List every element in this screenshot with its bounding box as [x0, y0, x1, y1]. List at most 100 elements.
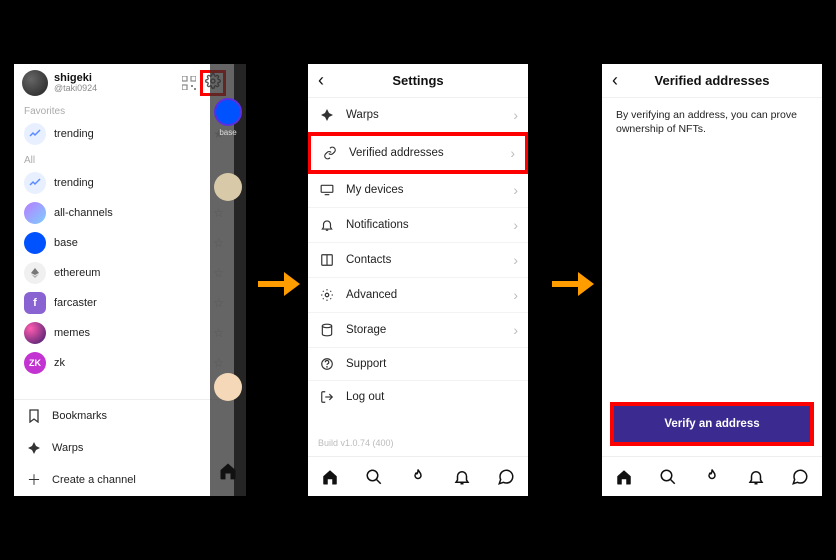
verified-description: By verifying an address, you can prove o…: [602, 98, 822, 146]
tab-flame-icon[interactable]: [703, 468, 721, 486]
sidebar-item-bookmarks[interactable]: Bookmarks: [14, 400, 234, 432]
tab-bell-icon[interactable]: [747, 468, 765, 486]
devices-icon: [318, 183, 336, 197]
user-handle: @taki0924: [54, 84, 180, 94]
section-label-all: All: [14, 149, 234, 168]
sidebar-footer: Bookmarks Warps ＋ Create a channel: [14, 399, 234, 496]
tab-bar: [602, 456, 822, 496]
bell-icon: [318, 218, 336, 232]
settings-row-label: My devices: [346, 184, 503, 196]
tab-chat-icon[interactable]: [497, 468, 515, 486]
tab-home-icon[interactable]: [321, 468, 339, 486]
warps-icon: [318, 108, 336, 122]
sidebar-item-label: Warps: [52, 442, 224, 454]
plus-icon: ＋: [24, 470, 44, 490]
story-avatar[interactable]: [214, 173, 242, 201]
sidebar-item-label: all-channels: [54, 207, 205, 219]
phone-verified-addresses-screen: ‹ Verified addresses By verifying an add…: [602, 64, 822, 496]
story-avatar[interactable]: [214, 373, 242, 401]
verified-header: ‹ Verified addresses: [602, 64, 822, 98]
feed-overlay-strip: base: [210, 64, 246, 496]
settings-row-support[interactable]: Support: [308, 348, 528, 381]
tab-bell-icon[interactable]: [453, 468, 471, 486]
tab-search-icon[interactable]: [365, 468, 383, 486]
trending-icon: [24, 123, 46, 145]
settings-row-notifications[interactable]: Notifications ›: [308, 208, 528, 243]
qr-icon[interactable]: [180, 74, 198, 92]
sidebar-item-label: Bookmarks: [52, 410, 224, 422]
phone-sidebar-screen: shigeki @taki0924 Favorites trending ★ A…: [14, 64, 234, 496]
tab-home-icon[interactable]: [615, 468, 633, 486]
verify-address-button[interactable]: Verify an address: [614, 406, 810, 442]
sidebar-item-ethereum[interactable]: ethereum ☆: [14, 258, 234, 288]
sidebar-item-label: memes: [54, 327, 205, 339]
sidebar-item-label: base: [54, 237, 205, 249]
bookmark-icon: [24, 406, 44, 426]
page-title: Settings: [336, 73, 500, 88]
tab-search-icon[interactable]: [659, 468, 677, 486]
zk-icon: ZK: [24, 352, 46, 374]
sidebar-item-zk[interactable]: ZK zk ☆: [14, 348, 234, 378]
sidebar-item-label: zk: [54, 357, 205, 369]
chevron-right-icon: ›: [510, 145, 515, 161]
settings-row-label: Contacts: [346, 254, 503, 266]
sidebar-header: shigeki @taki0924: [14, 64, 234, 100]
chevron-right-icon: ›: [513, 182, 518, 198]
sidebar-item-trending[interactable]: trending ☆: [14, 168, 234, 198]
ethereum-icon: [24, 262, 46, 284]
settings-row-warps[interactable]: Warps ›: [308, 98, 528, 133]
farcaster-icon: f: [24, 292, 46, 314]
settings-row-label: Log out: [346, 391, 518, 403]
sidebar-item-memes[interactable]: memes ☆: [14, 318, 234, 348]
avatar[interactable]: [22, 70, 48, 96]
settings-row-label: Storage: [346, 324, 503, 336]
settings-row-label: Support: [346, 358, 518, 370]
user-info[interactable]: shigeki @taki0924: [54, 72, 180, 94]
sidebar-item-farcaster[interactable]: f farcaster ☆: [14, 288, 234, 318]
sidebar-item-label: ethereum: [54, 267, 205, 279]
page-title: Verified addresses: [630, 73, 794, 88]
trending-icon: [24, 172, 46, 194]
settings-row-my-devices[interactable]: My devices ›: [308, 173, 528, 208]
gear-icon: [318, 288, 336, 302]
memes-icon: [24, 322, 46, 344]
sidebar-item-create-channel[interactable]: ＋ Create a channel: [14, 464, 234, 496]
storage-icon: [318, 323, 336, 337]
settings-row-label: Notifications: [346, 219, 503, 231]
verify-button-highlight: Verify an address: [610, 402, 814, 446]
back-button[interactable]: ‹: [612, 70, 630, 91]
settings-row-contacts[interactable]: Contacts ›: [308, 243, 528, 278]
tab-bar: [308, 456, 528, 496]
settings-row-label: Warps: [346, 109, 503, 121]
flow-arrow-icon: [550, 266, 594, 302]
contacts-icon: [318, 253, 336, 267]
sidebar-item-warps[interactable]: Warps: [14, 432, 234, 464]
sidebar-item-base[interactable]: base ☆: [14, 228, 234, 258]
sidebar-item-allchannels[interactable]: all-channels ☆: [14, 198, 234, 228]
settings-header: ‹ Settings: [308, 64, 528, 98]
sidebar-item-trending-fav[interactable]: trending ★: [14, 119, 234, 149]
story-label: base: [214, 128, 242, 137]
build-version: Build v1.0.74 (400): [308, 430, 528, 456]
tab-chat-icon[interactable]: [791, 468, 809, 486]
story-avatar-base[interactable]: base: [214, 98, 242, 137]
base-icon: [24, 232, 46, 254]
settings-row-verified-addresses-highlight[interactable]: Verified addresses ›: [308, 132, 528, 174]
sidebar-item-label: trending: [54, 177, 205, 189]
settings-row-label: Advanced: [346, 289, 503, 301]
chevron-right-icon: ›: [513, 322, 518, 338]
settings-row-advanced[interactable]: Advanced ›: [308, 278, 528, 313]
verify-button-label: Verify an address: [664, 418, 759, 430]
back-button[interactable]: ‹: [318, 70, 336, 91]
settings-row-label: Verified addresses: [349, 147, 500, 159]
chevron-right-icon: ›: [513, 217, 518, 233]
settings-row-logout[interactable]: Log out: [308, 381, 528, 413]
flow-arrow-icon: [256, 266, 300, 302]
chevron-right-icon: ›: [513, 252, 518, 268]
sidebar-item-label: trending: [54, 128, 205, 140]
sidebar-item-label: farcaster: [54, 297, 205, 309]
tabbar-home-icon[interactable]: [218, 461, 238, 496]
tab-flame-icon[interactable]: [409, 468, 427, 486]
phone-settings-screen: ‹ Settings Warps › Verified addresses › …: [308, 64, 528, 496]
settings-row-storage[interactable]: Storage ›: [308, 313, 528, 348]
